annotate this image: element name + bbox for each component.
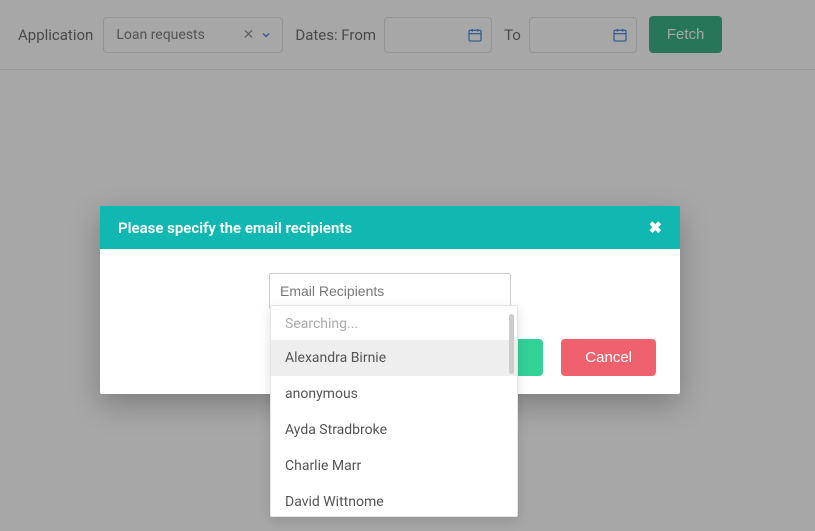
dropdown-item[interactable]: Alexandra Birnie: [271, 340, 517, 376]
dropdown-item[interactable]: David Wittnome: [271, 484, 517, 516]
modal-title: Please specify the email recipients: [118, 219, 352, 237]
scrollbar[interactable]: [509, 314, 514, 374]
dropdown-item[interactable]: Charlie Marr: [271, 448, 517, 484]
modal-header: Please specify the email recipients ✖: [100, 206, 680, 249]
close-icon[interactable]: ✖: [649, 218, 662, 237]
dropdown-item[interactable]: anonymous: [271, 376, 517, 412]
email-recipients-input[interactable]: [269, 273, 511, 309]
dropdown-status: Searching...: [271, 306, 517, 340]
dropdown-item[interactable]: Ayda Stradbroke: [271, 412, 517, 448]
recipients-dropdown: Searching... Alexandra BirnieanonymousAy…: [270, 305, 518, 517]
cancel-button[interactable]: Cancel: [561, 339, 656, 376]
